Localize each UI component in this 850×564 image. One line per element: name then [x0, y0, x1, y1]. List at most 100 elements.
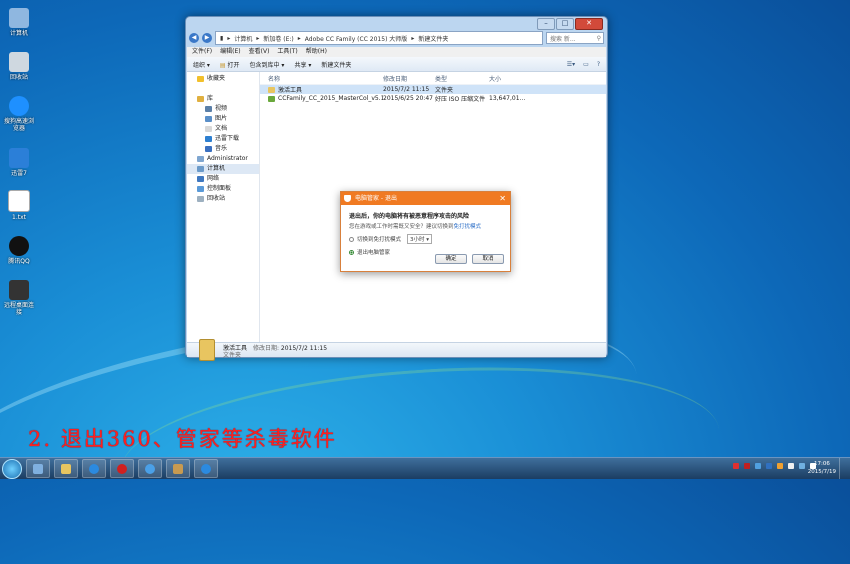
taskbar-app-recorder[interactable] [110, 459, 134, 478]
address-segment[interactable]: 新建文件夹 [418, 34, 448, 43]
toolbar-button[interactable]: 包含到库中 ▾ [250, 60, 285, 69]
toolbar-button[interactable]: ▤ 打开 [220, 60, 240, 69]
toolbar-button[interactable]: 共享 ▾ [294, 60, 311, 69]
command-bar: 组织 ▾ ▤ 打开 包含到库中 ▾ 共享 ▾ 新建文件夹 ☰▾ ▭? [187, 57, 606, 72]
taskbar-app-sogou-2[interactable] [194, 459, 218, 478]
taskbar-app-sogou[interactable] [82, 459, 106, 478]
folder-icon: ▮ [220, 34, 224, 42]
back-button[interactable]: ◀ [189, 33, 199, 43]
desktop-icon[interactable]: 远程桌面连接 [2, 280, 36, 316]
address-row: ◀ ▶ ▮ ▸ 计算机 ▸ 新加卷 (E:) ▸ Adobe CC Family (CC 2… [189, 31, 604, 45]
explorer-icon [61, 463, 71, 474]
desktop-icon[interactable]: 计算机 [2, 8, 36, 37]
file-type: 文件夹 [435, 87, 454, 94]
help-icon[interactable]: ? [597, 61, 600, 68]
address-bar[interactable]: ▮ ▸ 计算机 ▸ 新加卷 (E:) ▸ Adobe CC Family (CC 2015)… [215, 31, 543, 45]
tray-icon[interactable] [766, 463, 772, 469]
maximize-button[interactable]: □ [556, 18, 574, 30]
tray-icon[interactable] [755, 463, 761, 469]
search-box[interactable]: 搜索 新... ⚲ [546, 32, 604, 44]
radio-exit[interactable] [349, 249, 354, 255]
column-name[interactable]: 名称 [260, 74, 383, 83]
nav-item[interactable]: 视频 [187, 104, 259, 114]
file-row[interactable]: 激活工具 2015/7/2 11:15 文件夹 [260, 85, 606, 94]
file-rows: 激活工具 2015/7/2 11:15 文件夹 CCFamily_CC_2015_Ma… [260, 85, 606, 103]
duration-select[interactable]: 3小时 ▾ [407, 234, 433, 244]
toolbar-button[interactable]: 组织 ▾ [193, 60, 210, 69]
cancel-button[interactable]: 取消 [472, 254, 504, 264]
taskbar-app-explorer[interactable] [54, 459, 78, 478]
recycle-bin-icon [197, 196, 204, 202]
file-date: 2015/6/25 20:47 [383, 95, 433, 102]
tray-icon[interactable] [799, 463, 805, 469]
option-exit-label: 退出电脑管家 [357, 250, 391, 256]
column-size[interactable]: 大小 [489, 74, 529, 83]
menu-bar: 文件(F) 编辑(E) 查看(V) 工具(T) 帮助(H) [187, 47, 606, 57]
taskbar-apps [22, 459, 218, 478]
dialog-subtext-prefix: 您在游戏或工作时需既又安全？建议切换到 [349, 224, 454, 230]
desktop-icon-label: 计算机 [9, 30, 28, 37]
nav-item[interactable]: Administrator [187, 154, 259, 164]
close-button[interactable]: ✕ [575, 18, 603, 30]
start-button[interactable] [2, 458, 22, 479]
confirm-button[interactable]: 确定 [435, 254, 467, 264]
column-date[interactable]: 修改日期 [383, 74, 435, 83]
column-headers: 名称 修改日期 类型 大小 [260, 72, 606, 85]
menu-item[interactable]: 文件(F) [192, 47, 212, 57]
menu-item[interactable]: 编辑(E) [220, 47, 240, 57]
open-icon: ▤ [219, 61, 228, 69]
dialog-close-button[interactable]: ✕ [499, 192, 506, 205]
nav-item[interactable]: 迅雷下载 [187, 134, 259, 144]
address-segment[interactable]: 计算机 [234, 34, 252, 43]
taskbar-app-ie[interactable] [138, 459, 162, 478]
no-disturb-link[interactable]: 免打扰模式 [454, 224, 482, 230]
menu-item[interactable]: 查看(V) [249, 47, 270, 57]
nav-item[interactable]: 音乐 [187, 144, 259, 154]
file-row[interactable]: CCFamily_CC_2015_MasterCol_v5.11....2015… [260, 94, 606, 103]
clock[interactable]: 17:06 2015/7/19 [808, 460, 836, 476]
nav-item[interactable]: 回收站 [187, 194, 259, 204]
tray-icon[interactable] [744, 463, 750, 469]
clock-date: 2015/7/19 [807, 469, 836, 475]
desktop-icon[interactable]: 1.txt [2, 190, 36, 221]
details-pane: 激活工具 修改日期: 2015/7/2 11:15 文件夹 [187, 339, 606, 361]
nav-item[interactable]: 收藏夹 [187, 74, 259, 84]
desktop-icon[interactable]: 迅雷7 [2, 148, 36, 177]
desktop-icon[interactable]: 搜狗高速浏览器 [2, 96, 36, 132]
show-desktop-button[interactable] [839, 458, 850, 479]
menu-item[interactable]: 帮助(H) [306, 47, 327, 57]
preview-pane-icon[interactable]: ▭ [583, 61, 589, 68]
minimize-button[interactable]: – [537, 18, 555, 30]
toolbar-button[interactable]: 新建文件夹 [321, 60, 351, 69]
taskbar: 17:06 2015/7/19 [0, 457, 850, 479]
tray-icon[interactable] [788, 463, 794, 469]
menu-item[interactable]: 工具(T) [277, 47, 297, 57]
address-segment[interactable]: Adobe CC Family (CC 2015) 大师版 [305, 34, 408, 43]
nav-item[interactable]: 网络 [187, 174, 259, 184]
sogou-icon [89, 463, 99, 474]
details-modified: 2015/7/2 11:15 [280, 345, 328, 352]
nav-item[interactable]: 文档 [187, 124, 259, 134]
taskbar-app-control-panel[interactable] [26, 459, 50, 478]
computer-icon [9, 8, 29, 28]
search-placeholder: 搜索 新... [550, 35, 576, 43]
thunder-download-icon [205, 136, 212, 142]
desktop-icon[interactable]: 回收站 [2, 52, 36, 81]
forward-button[interactable]: ▶ [202, 33, 212, 43]
nav-item[interactable]: 图片 [187, 114, 259, 124]
nav-item[interactable]: 库 [187, 94, 259, 104]
taskbar-app-photoshop-like[interactable] [166, 459, 190, 478]
radio-no-disturb[interactable] [349, 236, 354, 242]
column-type[interactable]: 类型 [435, 74, 489, 83]
address-segment[interactable]: 新加卷 (E:) [263, 34, 293, 43]
address-separator: ▸ [256, 34, 260, 42]
sogou-browser-icon [9, 96, 29, 116]
tray-icon[interactable] [733, 463, 739, 469]
view-options-icon[interactable]: ☰▾ [567, 61, 575, 68]
tray-icon[interactable] [777, 463, 783, 469]
nav-item[interactable]: 控制面板 [187, 184, 259, 194]
option-no-disturb[interactable]: 切换到免打扰模式 3小时 ▾ [349, 234, 510, 244]
file-name: 激活工具 [278, 87, 303, 94]
desktop-icon[interactable]: 腾讯QQ [2, 236, 36, 265]
nav-item[interactable]: 计算机 [187, 164, 259, 174]
